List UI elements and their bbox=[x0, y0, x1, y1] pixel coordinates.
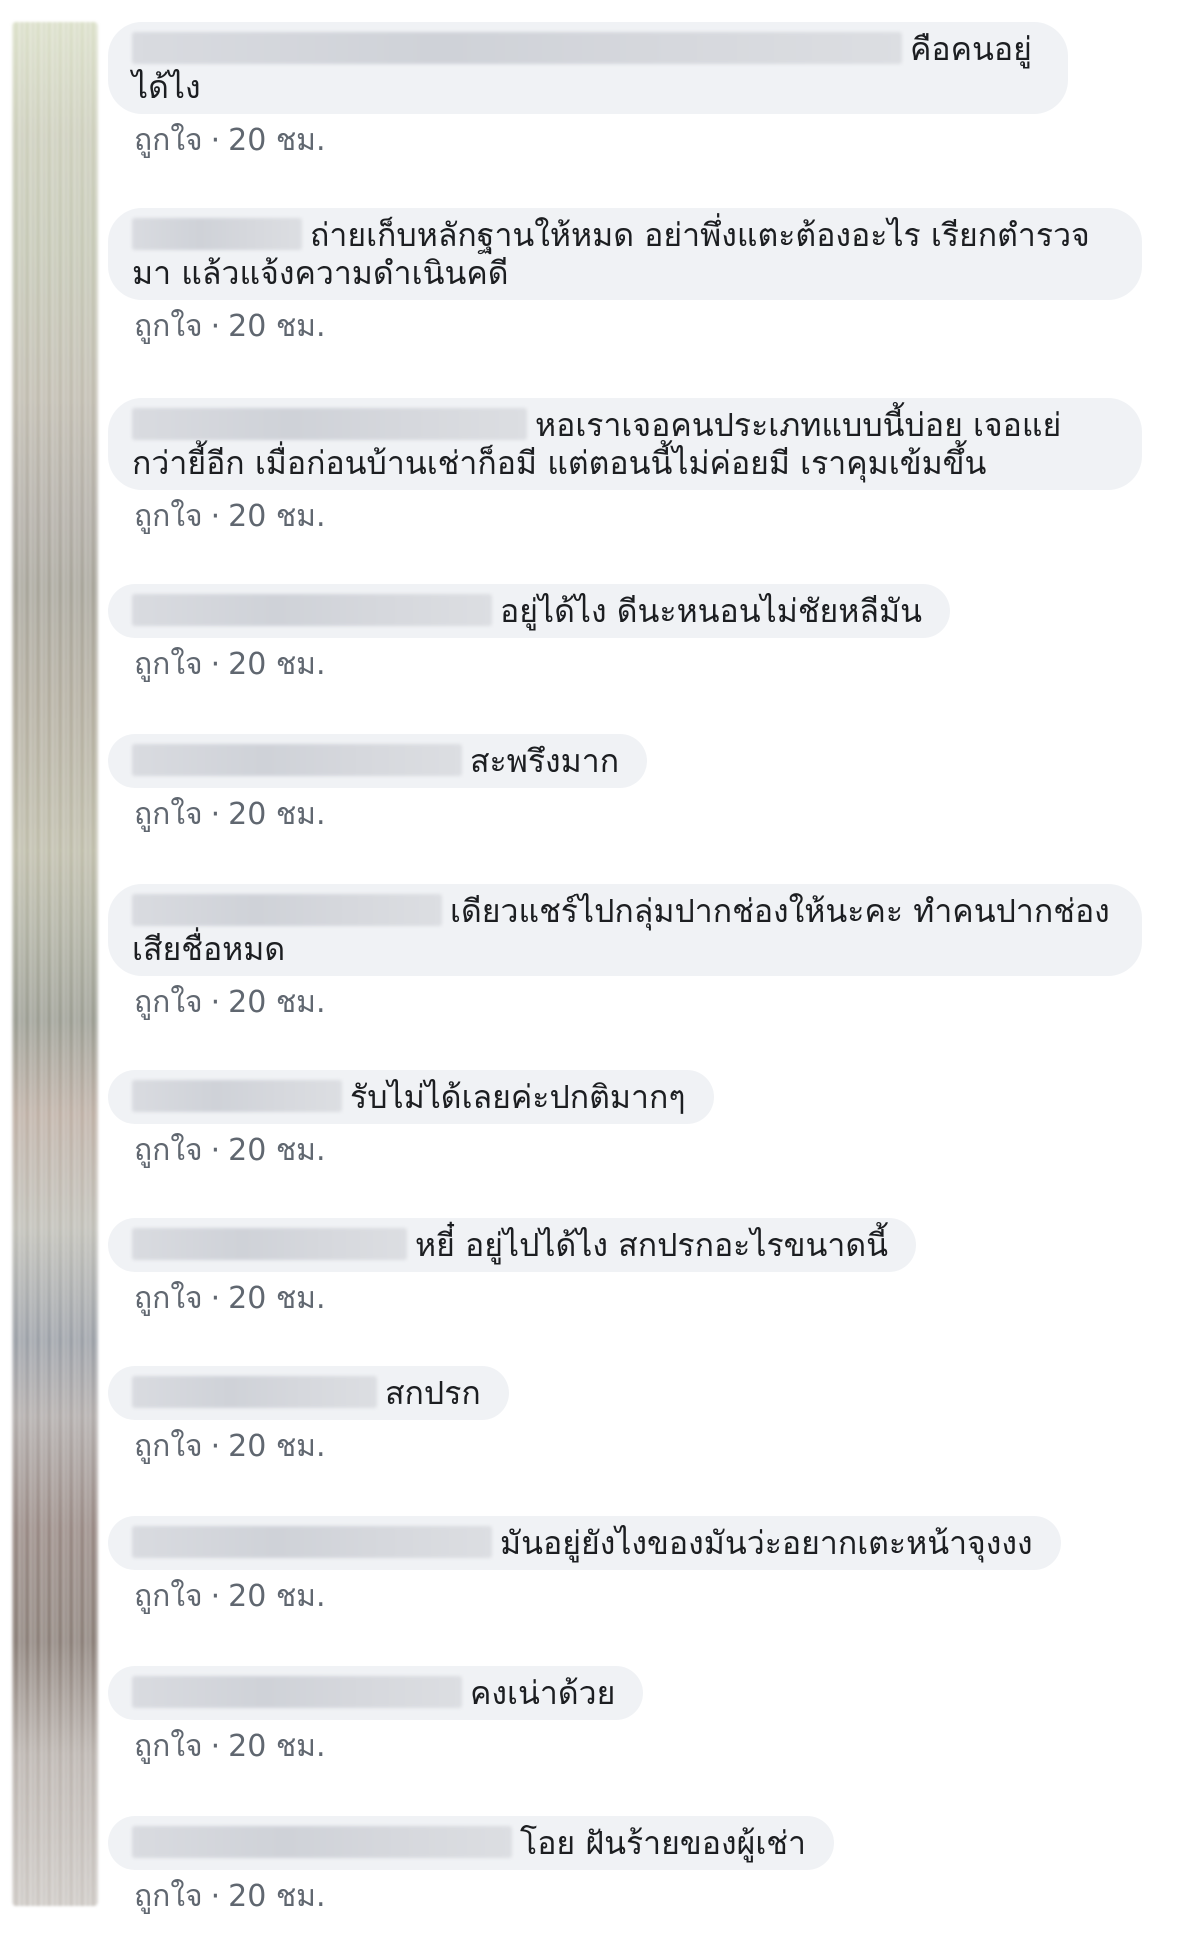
comment-bubble: อยู่ได้ไง ดีนะหนอนไม่ชัยหลีมัน bbox=[108, 584, 950, 638]
comment-text: หยี๋ อยู่ไปได้ไง สกปรกอะไรขนาดนี้ bbox=[415, 1226, 888, 1264]
like-link[interactable]: ถูกใจ bbox=[134, 309, 203, 344]
like-link[interactable]: ถูกใจ bbox=[134, 985, 203, 1020]
comment-meta: ถูกใจ · 20 ชม. bbox=[108, 1580, 1061, 1614]
comment-time[interactable]: 20 ชม. bbox=[228, 1879, 325, 1914]
comment-time[interactable]: 20 ชม. bbox=[228, 123, 325, 158]
separator-dot: · bbox=[210, 309, 221, 344]
comment-item: คือคนอยู่ได้ไง ถูกใจ · 20 ชม. bbox=[108, 22, 1068, 158]
comment-text: อยู่ได้ไง ดีนะหนอนไม่ชัยหลีมัน bbox=[500, 592, 922, 630]
like-link[interactable]: ถูกใจ bbox=[134, 499, 203, 534]
comment-item: หอเราเจอคนประเภทแบบนี้บ่อย เจอแย่กว่ายี้… bbox=[108, 398, 1142, 534]
comment-time[interactable]: 20 ชม. bbox=[228, 1133, 325, 1168]
comment-time[interactable]: 20 ชม. bbox=[228, 1281, 325, 1316]
comment-meta: ถูกใจ · 20 ชม. bbox=[108, 798, 647, 832]
comment-time[interactable]: 20 ชม. bbox=[228, 985, 325, 1020]
comment-item: หยี๋ อยู่ไปได้ไง สกปรกอะไรขนาดนี้ ถูกใจ ·… bbox=[108, 1218, 916, 1316]
separator-dot: · bbox=[210, 1429, 221, 1464]
comment-time[interactable]: 20 ชม. bbox=[228, 647, 325, 682]
commenter-name-redacted[interactable] bbox=[132, 1376, 377, 1408]
comment-bubble: คงเน่าด้วย bbox=[108, 1666, 644, 1720]
comment-text: สะพรึงมาก bbox=[470, 742, 620, 780]
comment-meta: ถูกใจ · 20 ชม. bbox=[108, 1282, 916, 1316]
like-link[interactable]: ถูกใจ bbox=[134, 1281, 203, 1316]
comment-meta: ถูกใจ · 20 ชม. bbox=[108, 1430, 509, 1464]
separator-dot: · bbox=[210, 647, 221, 682]
comment-text: สกปรก bbox=[385, 1374, 481, 1412]
like-link[interactable]: ถูกใจ bbox=[134, 1729, 203, 1764]
comment-time[interactable]: 20 ชม. bbox=[228, 309, 325, 344]
comment-meta: ถูกใจ · 20 ชม. bbox=[108, 1880, 834, 1914]
comment-item: โอย ฝันร้ายของผู้เช่า ถูกใจ · 20 ชม. bbox=[108, 1816, 834, 1914]
comment-time[interactable]: 20 ชม. bbox=[228, 1579, 325, 1614]
like-link[interactable]: ถูกใจ bbox=[134, 1879, 203, 1914]
commenter-name-redacted[interactable] bbox=[132, 408, 527, 440]
separator-dot: · bbox=[210, 1133, 221, 1168]
comment-item: เดียวแชร์ไปกลุ่มปากช่องให้นะคะ ทำคนปากช่… bbox=[108, 884, 1142, 1020]
comment-text: มันอยู่ยังไงของมันว่ะอยากเตะหน้าจุงงง bbox=[500, 1524, 1033, 1562]
comment-text: โอย ฝันร้ายของผู้เช่า bbox=[520, 1824, 806, 1862]
comment-meta: ถูกใจ · 20 ชม. bbox=[108, 1134, 714, 1168]
comment-item: คงเน่าด้วย ถูกใจ · 20 ชม. bbox=[108, 1666, 644, 1764]
comment-item: มันอยู่ยังไงของมันว่ะอยากเตะหน้าจุงงง ถู… bbox=[108, 1516, 1061, 1614]
commenter-name-redacted[interactable] bbox=[132, 1080, 342, 1112]
comment-bubble: สะพรึงมาก bbox=[108, 734, 648, 788]
commenter-name-redacted[interactable] bbox=[132, 744, 462, 776]
comment-meta: ถูกใจ · 20 ชม. bbox=[108, 500, 1142, 534]
like-link[interactable]: ถูกใจ bbox=[134, 1133, 203, 1168]
comment-bubble: เดียวแชร์ไปกลุ่มปากช่องให้นะคะ ทำคนปากช่… bbox=[108, 884, 1142, 976]
separator-dot: · bbox=[210, 123, 221, 158]
like-link[interactable]: ถูกใจ bbox=[134, 797, 203, 832]
separator-dot: · bbox=[210, 499, 221, 534]
comment-item: อยู่ได้ไง ดีนะหนอนไม่ชัยหลีมัน ถูกใจ · 20 … bbox=[108, 584, 950, 682]
separator-dot: · bbox=[210, 1281, 221, 1316]
comment-meta: ถูกใจ · 20 ชม. bbox=[108, 648, 950, 682]
commenter-name-redacted[interactable] bbox=[132, 1826, 512, 1858]
separator-dot: · bbox=[210, 797, 221, 832]
commenter-name-redacted[interactable] bbox=[132, 894, 442, 926]
comment-time[interactable]: 20 ชม. bbox=[228, 1429, 325, 1464]
comment-bubble: หอเราเจอคนประเภทแบบนี้บ่อย เจอแย่กว่ายี้… bbox=[108, 398, 1142, 490]
comment-time[interactable]: 20 ชม. bbox=[228, 499, 325, 534]
commenter-name-redacted[interactable] bbox=[132, 218, 302, 250]
separator-dot: · bbox=[210, 1579, 221, 1614]
comment-time[interactable]: 20 ชม. bbox=[228, 1729, 325, 1764]
comment-bubble: คือคนอยู่ได้ไง bbox=[108, 22, 1068, 114]
comment-meta: ถูกใจ · 20 ชม. bbox=[108, 124, 1068, 158]
comment-time[interactable]: 20 ชม. bbox=[228, 797, 325, 832]
comment-bubble: มันอยู่ยังไงของมันว่ะอยากเตะหน้าจุงงง bbox=[108, 1516, 1061, 1570]
like-link[interactable]: ถูกใจ bbox=[134, 1429, 203, 1464]
comment-item: ถ่ายเก็บหลักฐานให้หมด อย่าพึ่งแตะต้องอะไ… bbox=[108, 208, 1142, 344]
comment-item: สะพรึงมาก ถูกใจ · 20 ชม. bbox=[108, 734, 648, 832]
separator-dot: · bbox=[210, 985, 221, 1020]
comment-meta: ถูกใจ · 20 ชม. bbox=[108, 1730, 643, 1764]
comment-bubble: โอย ฝันร้ายของผู้เช่า bbox=[108, 1816, 834, 1870]
comment-text: คงเน่าด้วย bbox=[470, 1674, 616, 1712]
comment-bubble: สกปรก bbox=[108, 1366, 509, 1420]
like-link[interactable]: ถูกใจ bbox=[134, 123, 203, 158]
separator-dot: · bbox=[210, 1879, 221, 1914]
commenter-name-redacted[interactable] bbox=[132, 594, 492, 626]
comment-bubble: ถ่ายเก็บหลักฐานให้หมด อย่าพึ่งแตะต้องอะไ… bbox=[108, 208, 1142, 300]
comment-meta: ถูกใจ · 20 ชม. bbox=[108, 310, 1142, 344]
avatar-column-blurred bbox=[12, 22, 98, 1906]
commenter-name-redacted[interactable] bbox=[132, 1228, 407, 1260]
separator-dot: · bbox=[210, 1729, 221, 1764]
comment-bubble: รับไม่ได้เลยค่ะปกติมากๆ bbox=[108, 1070, 714, 1124]
comment-bubble: หยี๋ อยู่ไปได้ไง สกปรกอะไรขนาดนี้ bbox=[108, 1218, 916, 1272]
like-link[interactable]: ถูกใจ bbox=[134, 647, 203, 682]
commenter-name-redacted[interactable] bbox=[132, 1676, 462, 1708]
comment-item: รับไม่ได้เลยค่ะปกติมากๆ ถูกใจ · 20 ชม. bbox=[108, 1070, 714, 1168]
comment-text: รับไม่ได้เลยค่ะปกติมากๆ bbox=[350, 1078, 686, 1116]
like-link[interactable]: ถูกใจ bbox=[134, 1579, 203, 1614]
commenter-name-redacted[interactable] bbox=[132, 1526, 492, 1558]
comment-item: สกปรก ถูกใจ · 20 ชม. bbox=[108, 1366, 509, 1464]
comment-meta: ถูกใจ · 20 ชม. bbox=[108, 986, 1142, 1020]
commenter-name-redacted[interactable] bbox=[132, 32, 902, 64]
